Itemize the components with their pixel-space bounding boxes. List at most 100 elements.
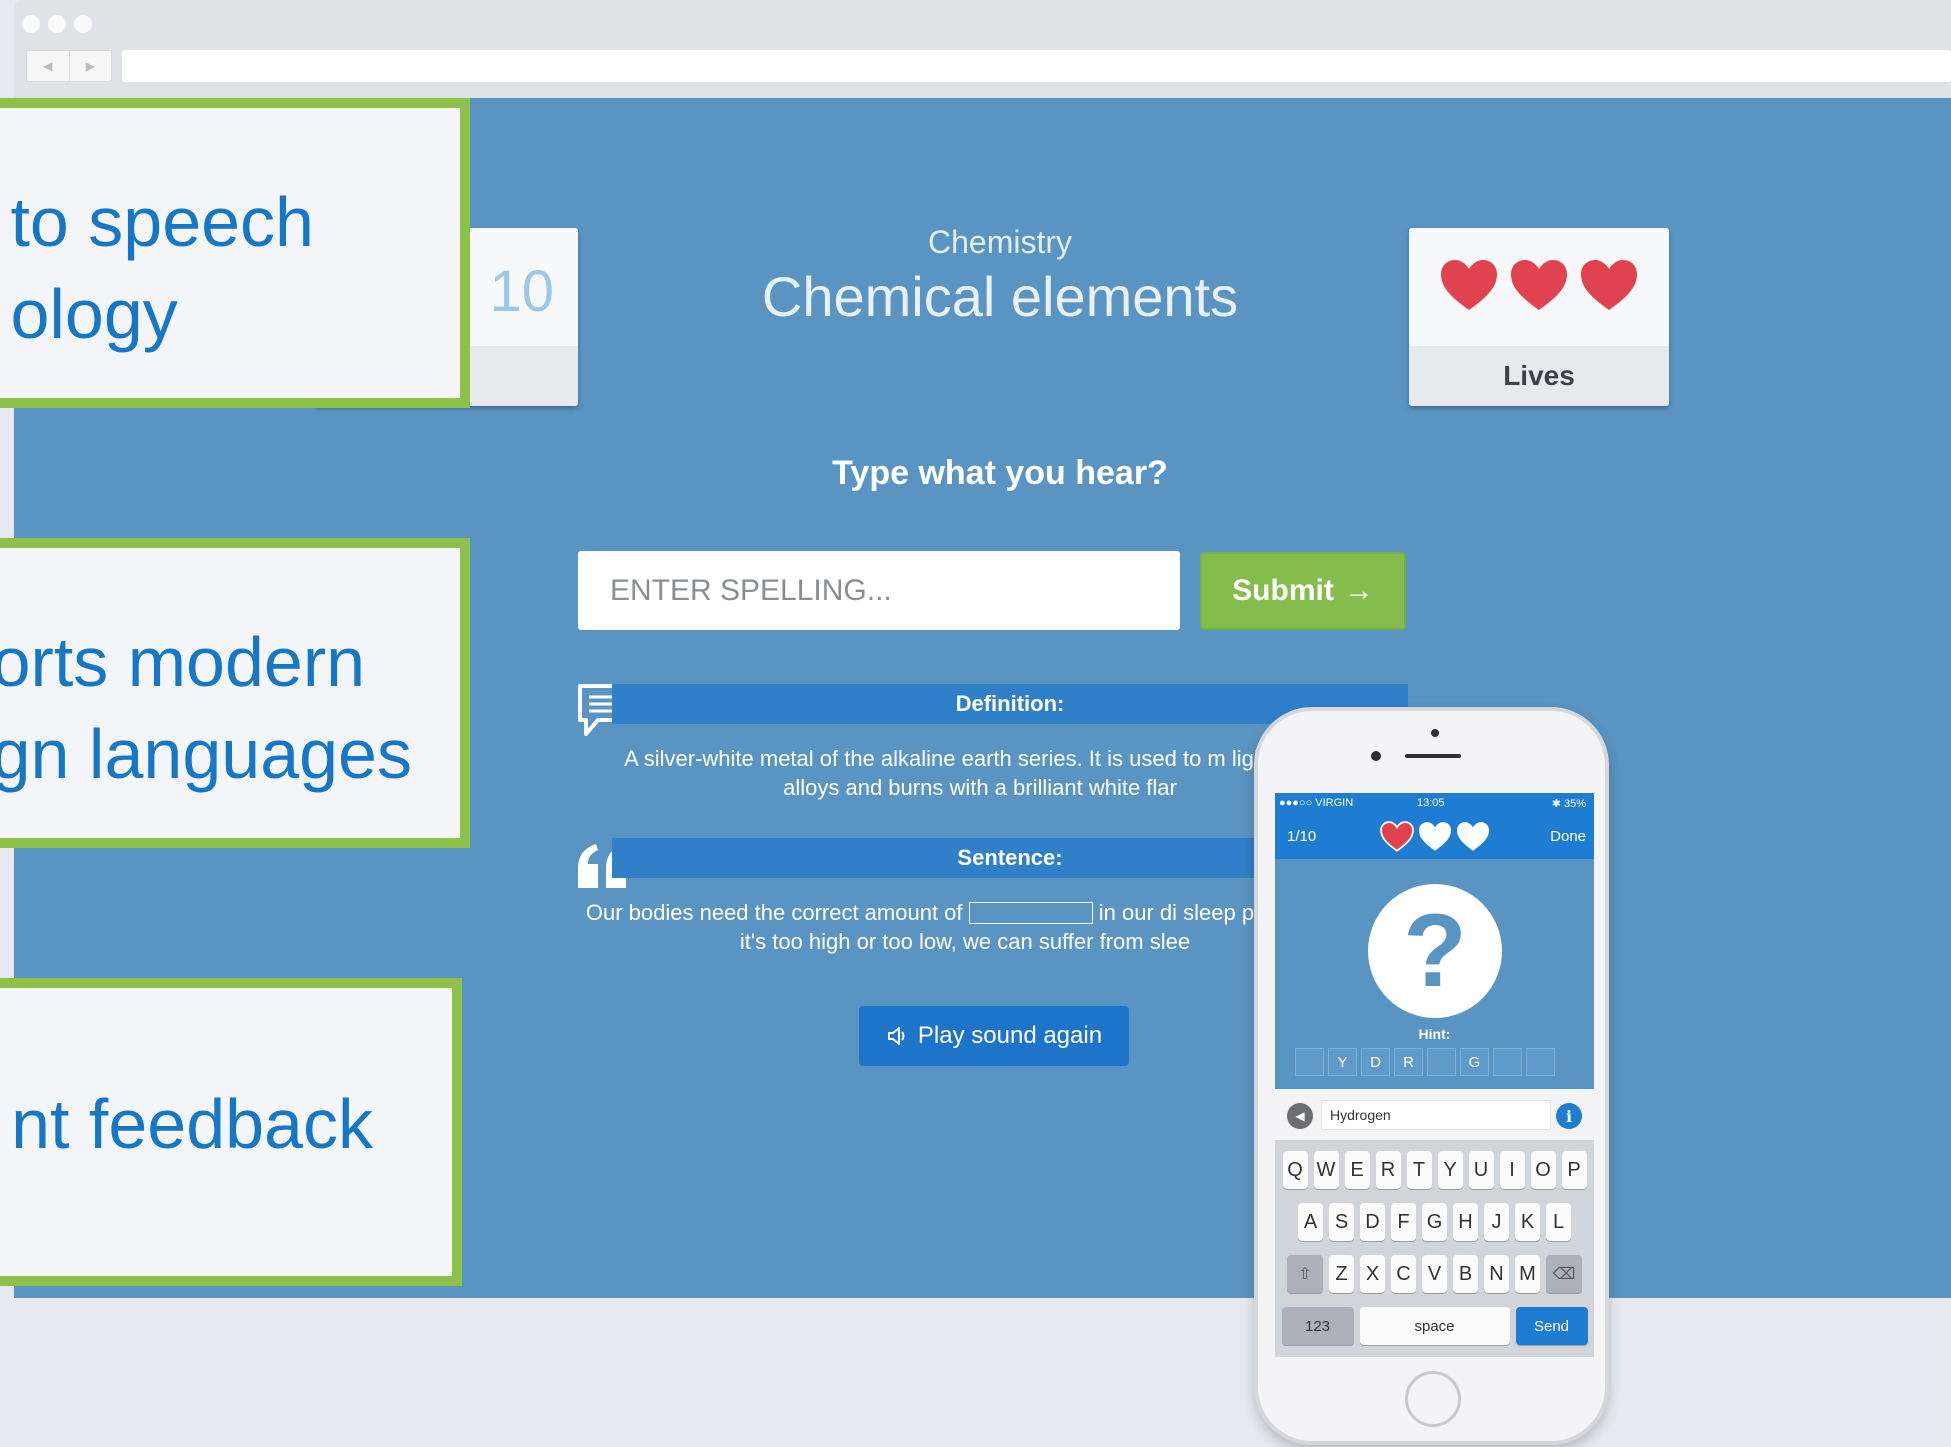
done-button[interactable]: Done [1550,828,1586,845]
forward-icon[interactable]: ▶ [68,51,112,81]
send-key[interactable]: Send [1515,1307,1588,1345]
back-icon[interactable]: ◀ [27,51,69,81]
spelling-input[interactable] [578,551,1180,630]
key-f[interactable]: F [1391,1203,1416,1241]
keyboard-row: ⇧ ZXCVBNM ⌫ [1275,1255,1594,1293]
keyboard-row: QWERTYUIOP [1275,1151,1594,1189]
app-header: 1/10 Done [1275,813,1594,859]
address-bar[interactable] [122,50,1951,82]
key-m[interactable]: M [1515,1255,1540,1293]
question-mark-icon: ? [1368,884,1502,1018]
hint-box: G [1460,1048,1489,1076]
sentence-blank [968,902,1093,924]
key-q[interactable]: Q [1282,1151,1308,1189]
feature-text: to speech ology [10,183,314,353]
phone-screen: ●●●○○ VIRGIN 13:05 ✱ 35% 1/10 Done ? Hin… [1275,793,1594,1357]
key-y[interactable]: Y [1437,1151,1463,1189]
key-u[interactable]: U [1468,1151,1494,1189]
speaker-icon[interactable]: ◀ [1287,1103,1313,1129]
key-t[interactable]: T [1406,1151,1432,1189]
hint-box [1295,1048,1324,1076]
battery-label: ✱ 35% [1551,798,1586,810]
key-i[interactable]: I [1499,1151,1525,1189]
window-maximize-dot[interactable] [74,15,92,33]
heart-icon [1380,821,1414,852]
key-e[interactable]: E [1344,1151,1370,1189]
phone-lives [1379,821,1491,853]
space-key[interactable]: space [1359,1307,1510,1345]
hint-box [1526,1048,1555,1076]
key-k[interactable]: K [1515,1203,1540,1241]
score-value: 10 [489,259,554,324]
key-d[interactable]: D [1360,1203,1385,1241]
answer-input[interactable]: Hydrogen [1321,1100,1551,1130]
definition-text: A silver-white metal of the alkaline ear… [624,746,1336,800]
key-a[interactable]: A [1298,1203,1323,1241]
feature-callout-speech: to speech ology [0,98,470,408]
keyboard-row: 123 space Send [1275,1307,1594,1345]
info-icon[interactable]: i [1556,1103,1582,1129]
key-g[interactable]: G [1422,1203,1447,1241]
phone-sensor [1431,729,1439,737]
backspace-icon[interactable]: ⌫ [1546,1255,1582,1293]
progress-label: 1/10 [1287,828,1317,845]
clock-label: 13:05 [1417,797,1445,809]
home-button[interactable] [1405,1371,1461,1427]
key-h[interactable]: H [1453,1203,1478,1241]
heart-icon [1441,260,1497,310]
feature-text: orts modern gn languages [0,623,412,793]
key-b[interactable]: B [1453,1255,1478,1293]
key-c[interactable]: C [1391,1255,1416,1293]
window-close-dot[interactable] [22,15,40,33]
lives-label: Lives [1409,346,1669,406]
heart-icon [1419,822,1451,851]
key-s[interactable]: S [1329,1203,1354,1241]
key-w[interactable]: W [1313,1151,1339,1189]
heart-icon [1457,822,1489,851]
hint-box [1493,1048,1522,1076]
numbers-key[interactable]: 123 [1281,1307,1354,1345]
arrow-right-icon: → [1343,574,1374,607]
play-sound-label: Play sound again [917,1022,1103,1049]
heart-icon [1511,260,1567,310]
key-x[interactable]: X [1360,1255,1385,1293]
submit-button[interactable]: Submit → [1200,552,1406,630]
phone-speaker [1405,754,1461,758]
phone-camera [1371,751,1381,761]
key-r[interactable]: R [1375,1151,1401,1189]
feature-callout-feedback: nt feedback [0,978,462,1286]
key-n[interactable]: N [1484,1255,1509,1293]
key-l[interactable]: L [1546,1203,1571,1241]
key-o[interactable]: O [1530,1151,1556,1189]
play-sound-button[interactable]: Play sound again [859,1006,1129,1066]
hint-box: Y [1328,1048,1357,1076]
keyboard-row: ASDFGHJKL [1275,1203,1594,1241]
key-z[interactable]: Z [1329,1255,1354,1293]
feature-callout-languages: orts modern gn languages [0,538,470,848]
key-p[interactable]: P [1561,1151,1587,1189]
phone-mockup: ●●●○○ VIRGIN 13:05 ✱ 35% 1/10 Done ? Hin… [1254,707,1609,1445]
key-v[interactable]: V [1422,1255,1447,1293]
nav-buttons: ◀ ▶ [26,50,112,82]
key-j[interactable]: J [1484,1203,1509,1241]
keyboard-letters: ZXCVBNM [1329,1255,1540,1293]
sentence-text: Our bodies need the correct amount of in… [570,898,1360,956]
browser-toolbar: ◀ ▶ [14,0,1951,98]
hint-box [1427,1048,1456,1076]
hint-box: R [1394,1048,1423,1076]
status-bar: ●●●○○ VIRGIN 13:05 ✱ 35% [1275,793,1594,813]
answer-bar: ◀ Hydrogen i [1275,1089,1594,1141]
hint-box: D [1361,1048,1390,1076]
carrier-label: ●●●○○ VIRGIN [1279,797,1354,809]
submit-label: Submit [1232,574,1334,607]
subject-label: Chemistry [927,224,1072,260]
window-minimize-dot[interactable] [48,15,66,33]
lives-hearts [1409,258,1669,314]
page-title: Chemical elements [761,265,1239,328]
hint-boxes: YDR G [1295,1048,1555,1076]
lives-card: Lives [1409,228,1669,406]
hint-label: Hint: [1418,1026,1451,1042]
speaker-icon [887,1027,905,1045]
shift-icon[interactable]: ⇧ [1287,1255,1323,1293]
question-prompt: Type what you hear? [832,454,1168,492]
